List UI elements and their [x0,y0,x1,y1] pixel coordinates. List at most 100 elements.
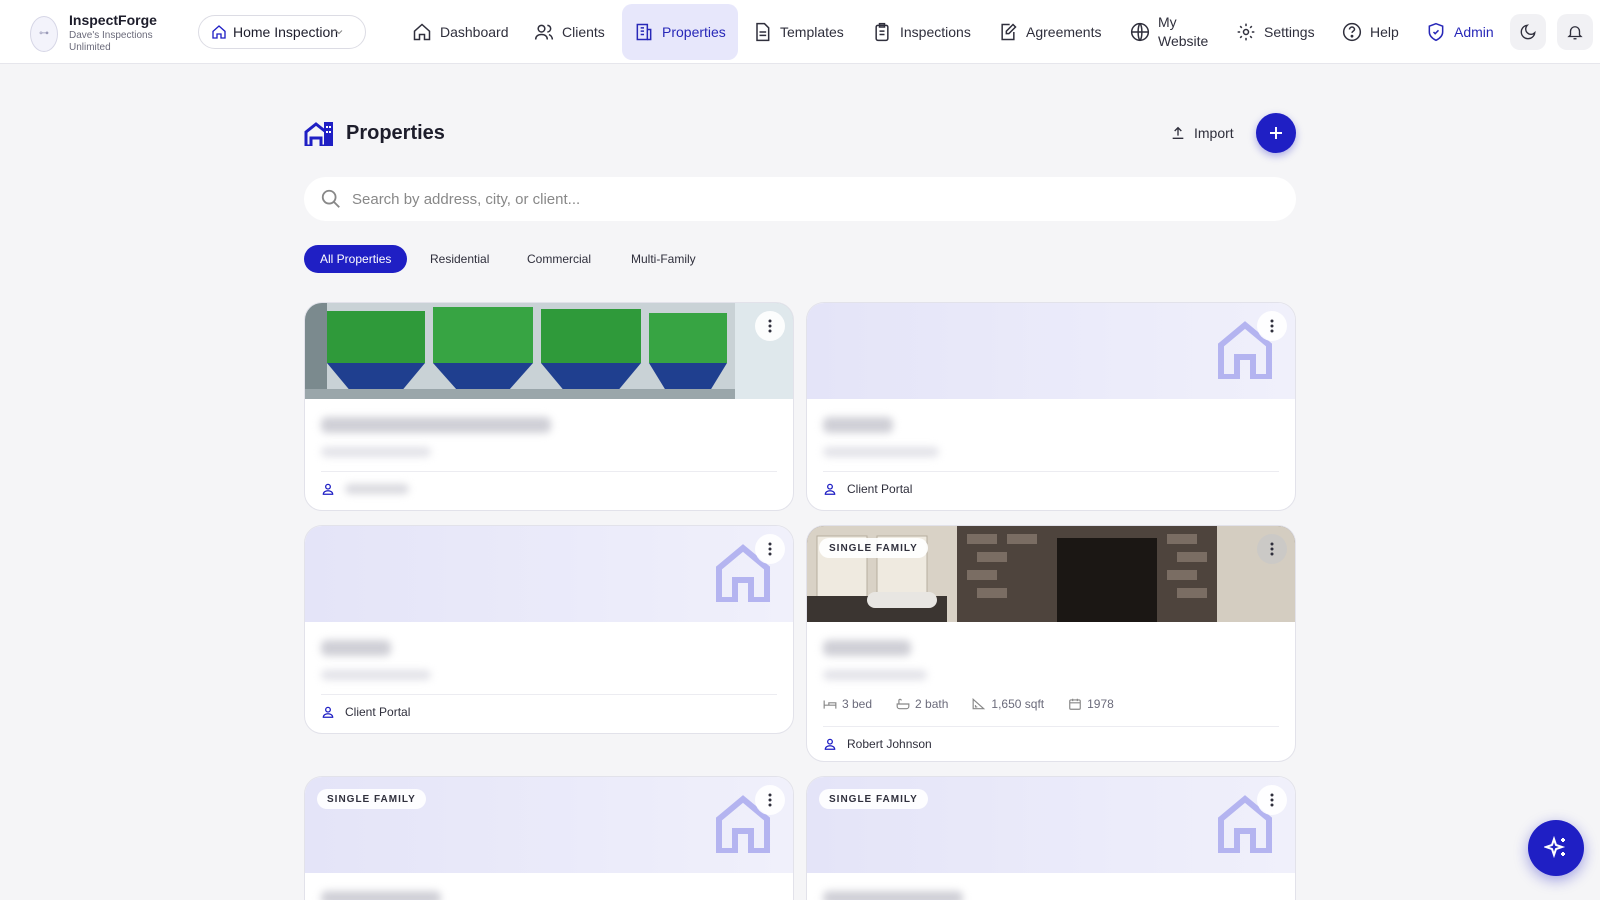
more-vertical-icon [1270,319,1274,333]
client-row[interactable] [321,472,777,506]
home-icon [413,23,431,41]
nav-dashboard[interactable]: Dashboard [400,4,521,60]
nav-templates[interactable]: Templates [740,4,856,60]
property-city-redacted [823,447,939,457]
year-stat: 1978 [1068,697,1126,711]
notifications-button[interactable] [1557,14,1593,50]
nav-my-website[interactable]: My Website [1118,4,1220,60]
property-card[interactable]: Client Portal [806,302,1296,511]
filter-commercial[interactable]: Commercial [511,245,607,273]
import-label: Import [1194,125,1234,141]
nav-settings[interactable]: Settings [1224,4,1327,60]
more-vertical-icon [1270,793,1274,807]
nav-my-website-line1: My [1158,14,1177,30]
globe-icon [1130,22,1150,42]
shield-icon [1428,22,1444,42]
beds-value: 3 bed [842,697,873,711]
users-icon [534,24,554,40]
top-navigation-bar: ⊶ InspectForge Dave's Inspections Unlimi… [0,0,1600,64]
signature-icon [1001,23,1017,41]
nav-agreements-label: Agreements [1026,24,1102,40]
nav-settings-label: Settings [1264,24,1315,40]
property-card[interactable]: SINGLE FAMILY [806,776,1296,900]
more-vertical-icon [768,793,772,807]
chevron-down-icon [335,30,343,35]
bed-icon [823,700,837,709]
document-icon [756,22,770,42]
nav-help[interactable]: Help [1330,4,1411,60]
nav-dashboard-label: Dashboard [440,24,509,40]
client-row[interactable]: Client Portal [321,695,777,729]
brand[interactable]: ⊶ InspectForge Dave's Inspections Unlimi… [30,13,165,54]
nav-templates-label: Templates [780,24,844,40]
ruler-icon [972,698,986,710]
bath-icon [896,698,910,710]
property-type-badge: SINGLE FAMILY [819,789,928,809]
ai-assistant-button[interactable] [1528,820,1584,876]
more-vertical-icon [1270,542,1274,556]
nav-admin[interactable]: Admin [1414,4,1506,60]
property-city-redacted [321,670,431,680]
nav-clients[interactable]: Clients [522,4,617,60]
beds-stat: 3 bed [823,697,884,711]
help-icon [1342,22,1362,42]
nav-agreements[interactable]: Agreements [986,4,1113,60]
search-icon [321,189,340,208]
property-card[interactable]: SINGLE FAMILY [304,776,794,900]
user-icon [824,738,836,750]
nav-my-website-line2: Website [1158,33,1209,49]
nav-inspections-label: Inspections [900,24,971,40]
more-vertical-icon [768,542,772,556]
property-stats: 3 bed 2 bath 1,650 sqft 1978 [823,696,1279,712]
client-row[interactable]: Client Portal [823,472,1279,506]
card-menu-button[interactable] [755,785,785,815]
moon-icon [1520,24,1536,40]
card-menu-button[interactable] [755,311,785,341]
property-card[interactable]: SINGLE FAMILY 3 bed 2 bath 1,650 sqft 19… [806,525,1296,762]
property-address-redacted [321,640,391,656]
property-placeholder-image [305,526,793,622]
client-row[interactable]: Robert Johnson [823,727,1279,761]
clipboard-icon [875,22,889,42]
user-icon [322,706,334,718]
inspection-type-label: Home Inspection [233,24,339,40]
theme-toggle-button[interactable] [1510,14,1546,50]
add-property-button[interactable] [1256,113,1296,153]
card-menu-button[interactable] [1257,785,1287,815]
upload-icon [1172,126,1184,139]
nav-admin-label: Admin [1454,24,1494,40]
gear-icon [1237,23,1255,41]
property-city-redacted [823,670,927,680]
more-vertical-icon [768,319,772,333]
baths-value: 2 bath [915,697,949,711]
property-address-redacted [321,891,441,900]
baths-stat: 2 bath [896,697,960,711]
filter-all-properties[interactable]: All Properties [304,245,408,273]
property-placeholder-image: SINGLE FAMILY [807,777,1295,873]
property-card[interactable]: Client Portal [304,525,794,734]
property-address-redacted [321,417,551,433]
calendar-icon [1069,698,1081,710]
client-name-redacted [345,484,409,494]
page-title-text: Properties [346,121,445,144]
silos-photo [305,303,793,399]
card-menu-button[interactable] [755,534,785,564]
bell-icon [1567,26,1583,40]
property-city-redacted [321,447,431,457]
nav-inspections[interactable]: Inspections [860,4,983,60]
plus-icon [1270,127,1282,139]
filter-residential[interactable]: Residential [414,245,505,273]
property-photo [305,303,793,399]
buildings-icon [304,122,333,146]
sqft-stat: 1,650 sqft [972,697,1056,711]
property-card[interactable] [304,302,794,511]
filter-multi-family[interactable]: Multi-Family [615,245,712,273]
inspection-type-selector[interactable]: Home Inspection [198,15,366,49]
card-menu-button[interactable] [1257,534,1287,564]
import-button[interactable]: Import [1162,118,1242,148]
search-input[interactable] [352,190,1252,208]
user-icon [322,483,334,495]
nav-properties[interactable]: Properties [622,4,738,60]
client-name: Robert Johnson [847,737,932,751]
card-menu-button[interactable] [1257,311,1287,341]
